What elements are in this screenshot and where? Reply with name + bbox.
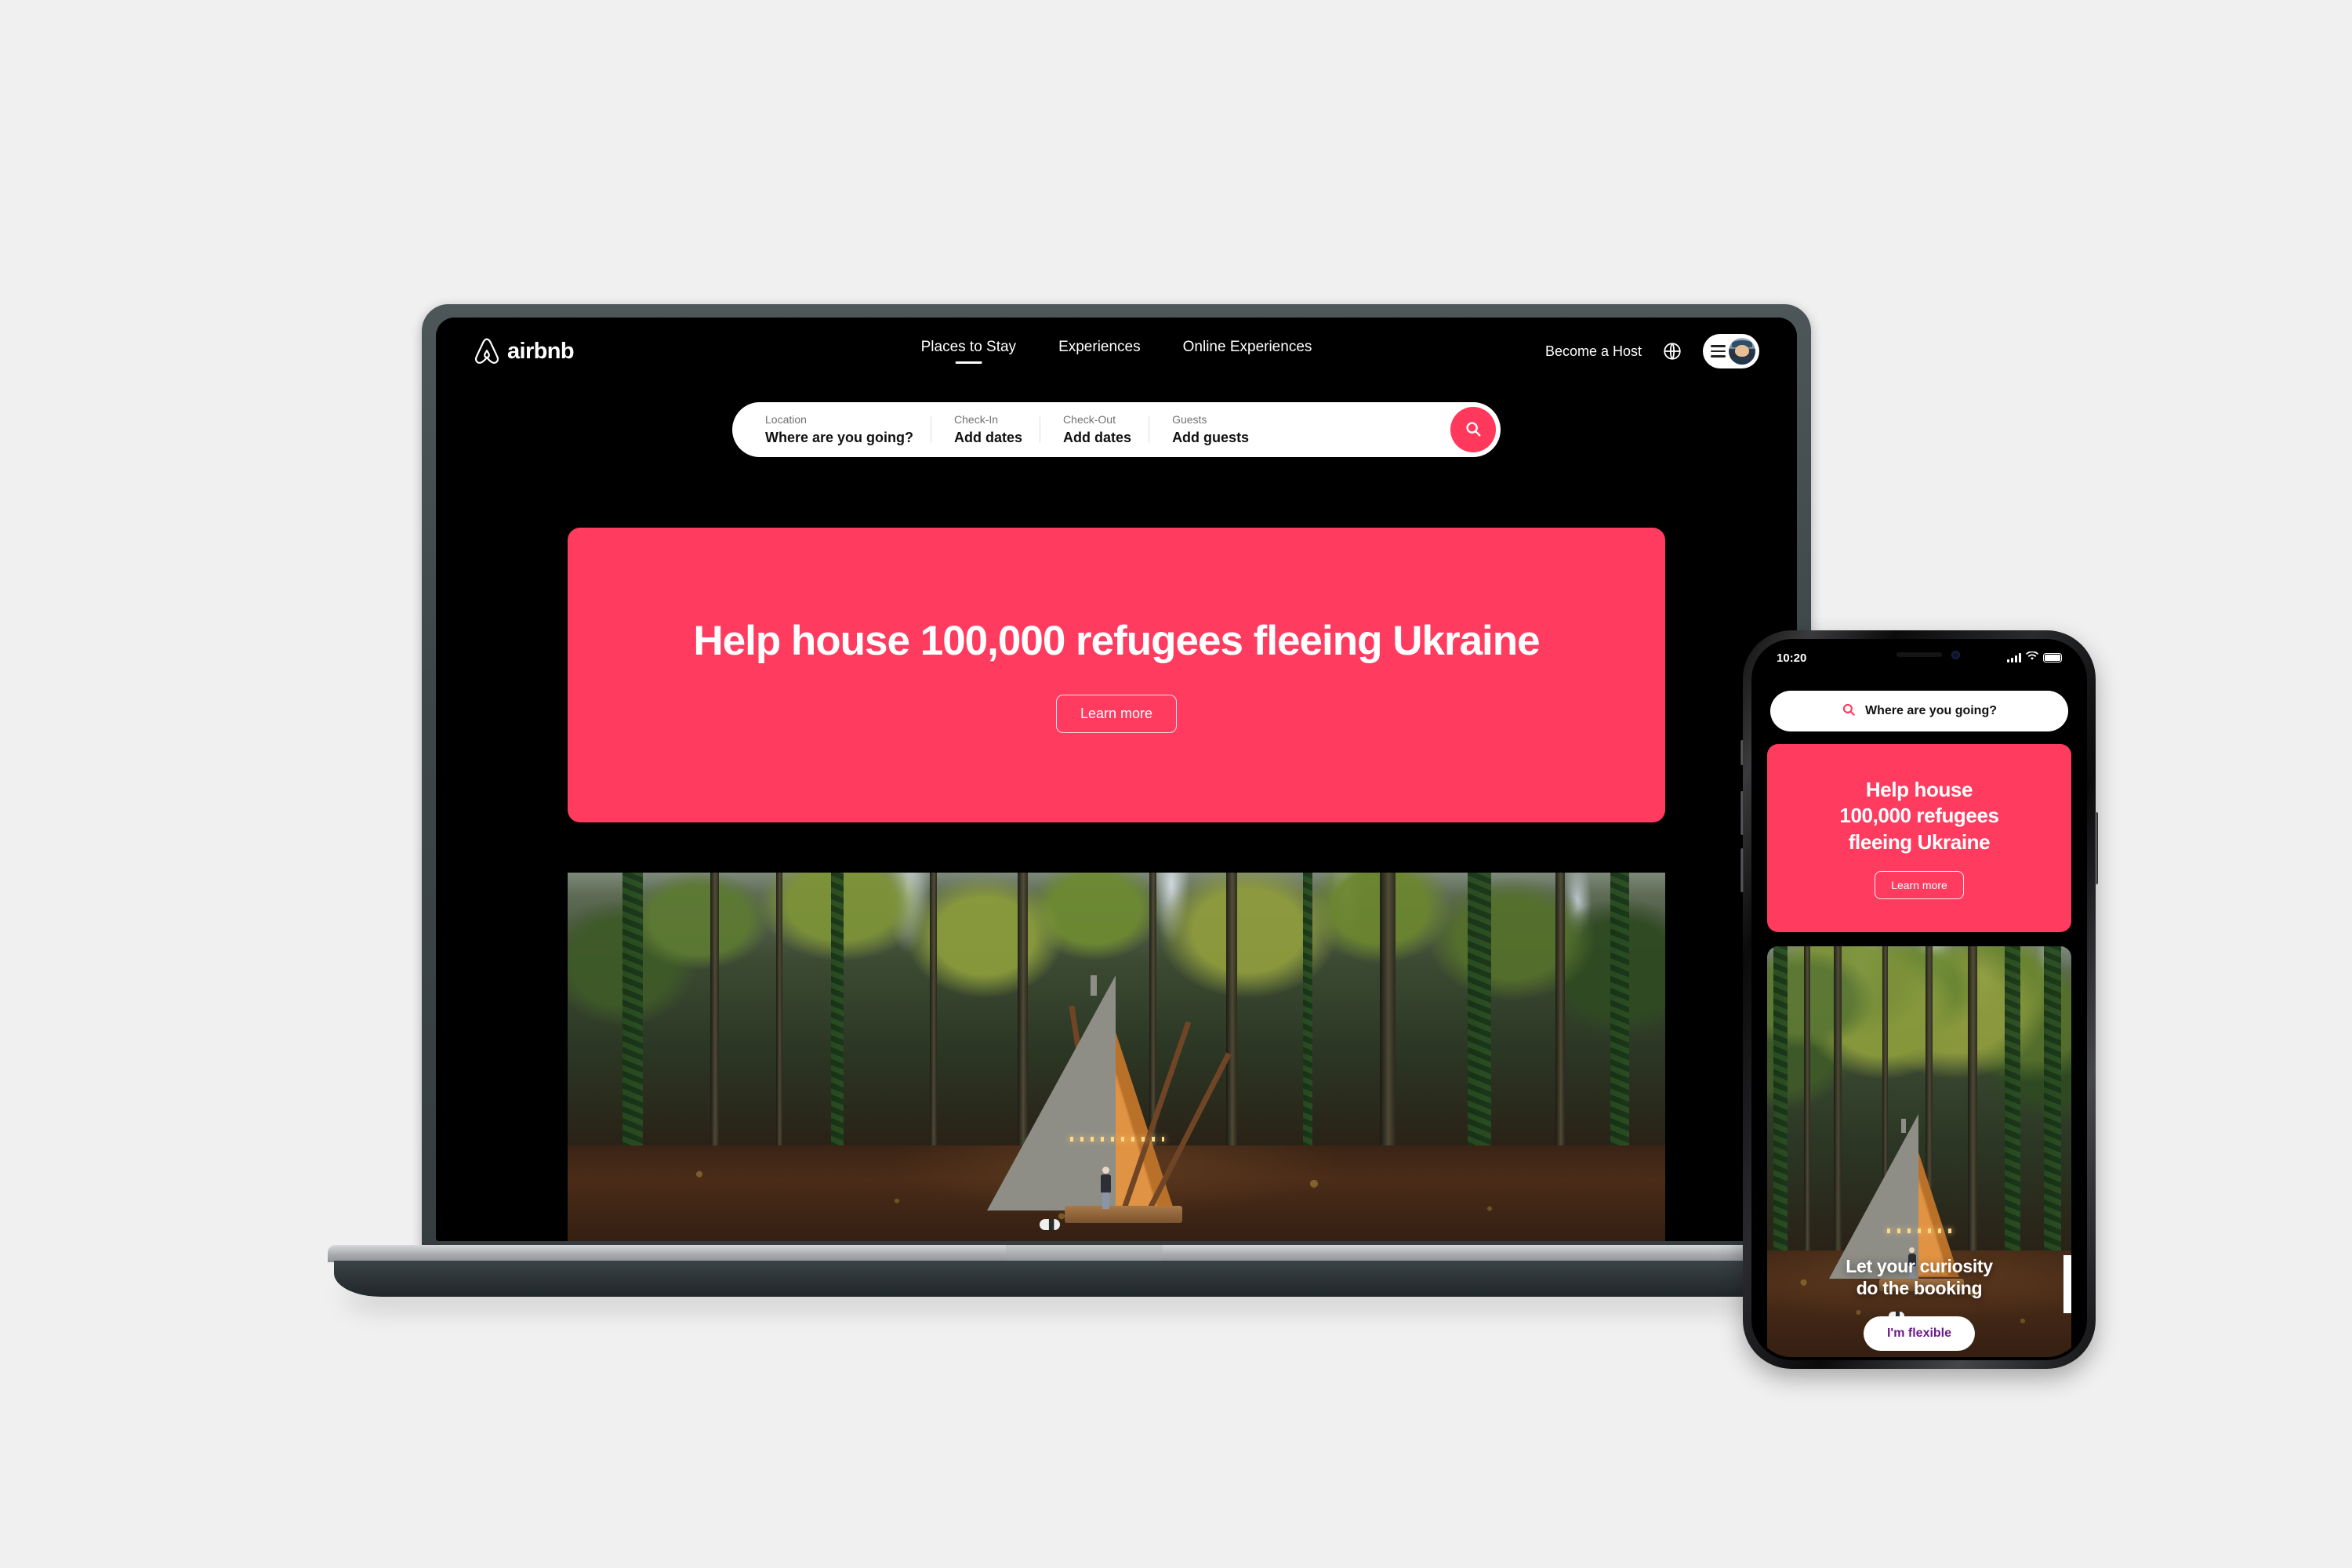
- desktop-nav-right: Become a Host: [1545, 334, 1759, 368]
- search-label-checkin: Check-In: [954, 413, 999, 426]
- laptop-lid: airbnb Places to Stay Experiences Online…: [422, 304, 1811, 1254]
- mobile-banner-line-2: 100,000 refugees: [1839, 804, 1999, 828]
- phone-screen: 10:20 Where are you going? Help house 10…: [1755, 642, 2084, 1357]
- search-input-location[interactable]: Where are you going?: [765, 430, 913, 446]
- phone-notch: [1844, 642, 1994, 669]
- status-indicators: [2007, 651, 2062, 665]
- battery-full-icon: [2043, 653, 2062, 662]
- desktop-nav-links: Places to Stay Experiences Online Experi…: [921, 339, 1312, 364]
- nav-link-online-experiences[interactable]: Online Experiences: [1183, 339, 1312, 364]
- device-mockup-scene: airbnb Places to Stay Experiences Online…: [0, 0, 2352, 1568]
- mobile-photo-caption: Let your curiosity do the booking: [1767, 1255, 2071, 1299]
- avatar: [1729, 338, 1755, 365]
- phone-frame: 10:20 Where are you going? Help house 10…: [1740, 630, 2098, 1369]
- airbnb-mobile-page: Where are you going? Help house 100,000 …: [1755, 673, 2084, 1357]
- ukraine-refugee-banner: Help house 100,000 refugees fleeing Ukra…: [568, 528, 1665, 822]
- dog: [1040, 1218, 1060, 1230]
- airbnb-belo-icon: [474, 337, 500, 365]
- search-icon: [1465, 420, 1482, 440]
- earpiece-speaker-icon: [1896, 652, 1942, 657]
- account-menu-button[interactable]: [1703, 334, 1759, 368]
- laptop-screen: airbnb Places to Stay Experiences Online…: [436, 318, 1797, 1241]
- search-field-checkout[interactable]: Check-Out Add dates: [1040, 413, 1149, 446]
- mobile-caption-line-2: do the booking: [1856, 1277, 1983, 1298]
- search-icon: [1842, 702, 1856, 720]
- search-label-guests: Guests: [1172, 413, 1207, 426]
- search-input-checkin[interactable]: Add dates: [954, 430, 1022, 446]
- nav-link-experiences[interactable]: Experiences: [1058, 339, 1141, 364]
- become-a-host-link[interactable]: Become a Host: [1545, 343, 1642, 360]
- phone-mute-switch[interactable]: [1740, 740, 1744, 765]
- mobile-banner-line-3: fleeing Ukraine: [1848, 829, 1991, 854]
- laptop-base: [328, 1245, 1904, 1297]
- learn-more-button[interactable]: Learn more: [1055, 695, 1178, 733]
- mobile-caption-line-1: Let your curiosity: [1846, 1255, 1993, 1276]
- im-flexible-button[interactable]: I'm flexible: [1863, 1316, 1976, 1351]
- phone-power-button[interactable]: [2095, 812, 2098, 884]
- laptop-device: airbnb Places to Stay Experiences Online…: [328, 304, 1904, 1300]
- airbnb-wordmark: airbnb: [507, 338, 575, 364]
- search-field-checkin[interactable]: Check-In Add dates: [931, 413, 1040, 446]
- banner-headline: Help house 100,000 refugees fleeing Ukra…: [693, 618, 1540, 664]
- mobile-search-placeholder: Where are you going?: [1864, 704, 1997, 717]
- hamburger-icon: [1711, 345, 1726, 358]
- phone-bezel: 10:20 Where are you going? Help house 10…: [1751, 639, 2087, 1360]
- globe-icon[interactable]: [1662, 341, 1682, 361]
- cellular-bars-icon: [2007, 653, 2021, 662]
- search-label-location: Location: [765, 413, 807, 426]
- desktop-navbar: airbnb Places to Stay Experiences Online…: [436, 318, 1797, 385]
- search-field-location[interactable]: Location Where are you going?: [765, 413, 931, 446]
- front-camera-icon: [1951, 651, 1960, 659]
- airbnb-logo[interactable]: airbnb: [474, 337, 575, 365]
- nav-link-places-to-stay[interactable]: Places to Stay: [921, 339, 1016, 364]
- search-button[interactable]: [1450, 407, 1496, 452]
- mobile-learn-more-button[interactable]: Learn more: [1875, 870, 1964, 899]
- desktop-search-bar[interactable]: Location Where are you going? Check-In A…: [732, 402, 1501, 457]
- airbnb-desktop-page: airbnb Places to Stay Experiences Online…: [436, 318, 1797, 1241]
- mobile-banner-headline: Help house 100,000 refugees fleeing Ukra…: [1839, 777, 1999, 855]
- mobile-forest-cabin-photo: Let your curiosity do the booking I'm fl…: [1767, 946, 2071, 1357]
- search-field-guests[interactable]: Guests Add guests: [1149, 413, 1266, 446]
- phone-volume-up-button[interactable]: [1740, 791, 1744, 835]
- phone-volume-down-button[interactable]: [1740, 848, 1744, 892]
- search-label-checkout: Check-Out: [1063, 413, 1116, 426]
- mobile-ukraine-refugee-banner: Help house 100,000 refugees fleeing Ukra…: [1767, 744, 2071, 932]
- mobile-search-bar[interactable]: Where are you going?: [1770, 691, 2068, 731]
- mobile-banner-line-1: Help house: [1865, 778, 1973, 802]
- wifi-icon: [2025, 651, 2039, 665]
- smartphone-device: 10:20 Where are you going? Help house 10…: [1740, 630, 2098, 1369]
- hero-photo-section: [568, 873, 1665, 1241]
- status-time: 10:20: [1777, 651, 1807, 665]
- search-input-guests[interactable]: Add guests: [1172, 430, 1249, 446]
- forest-cabin-photo: [568, 873, 1665, 1241]
- search-input-checkout[interactable]: Add dates: [1063, 430, 1131, 446]
- a-frame-cabin: [987, 964, 1246, 1223]
